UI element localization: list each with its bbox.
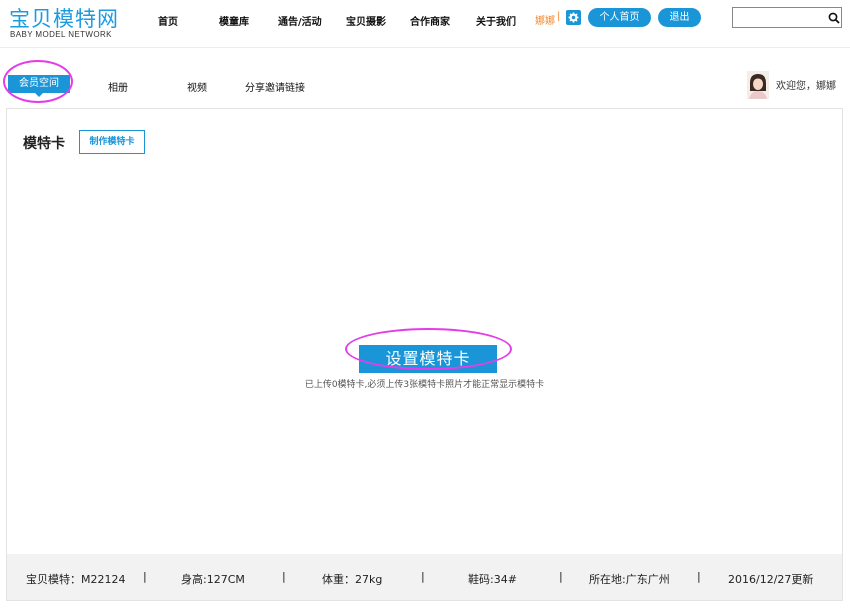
info-model-id: 宝贝模特：M22124 <box>26 573 126 586</box>
model-info-bar: 宝贝模特：M22124 | 身高:127CM | 体重：27kg | 鞋码:34… <box>7 554 842 600</box>
user-separator: | <box>557 11 561 22</box>
search-box <box>732 7 842 28</box>
annotation-circle-setup-button <box>345 328 512 370</box>
upload-status-text: 已上传0模特卡,必须上传3张模特卡照片才能正常显示模特卡 <box>304 380 545 390</box>
site-logo-subtitle: BABY MODEL NETWORK <box>10 30 112 39</box>
site-logo[interactable]: 宝贝模特网 <box>9 3 119 33</box>
info-separator: | <box>143 570 147 583</box>
tab-video[interactable]: 视频 <box>187 79 207 94</box>
tab-album[interactable]: 相册 <box>108 79 128 94</box>
logout-button[interactable]: 退出 <box>658 8 701 27</box>
page-title: 模特卡 <box>23 136 65 152</box>
avatar-image <box>747 71 769 99</box>
info-separator: | <box>559 570 563 583</box>
user-name-link[interactable]: 娜娜 <box>535 12 555 27</box>
tab-share-invite-link[interactable]: 分享邀请链接 <box>245 79 305 94</box>
info-height: 身高:127CM <box>181 573 245 586</box>
member-tab-bar: 会员空间 相册 视频 分享邀请链接 <box>0 48 850 108</box>
personal-home-button[interactable]: 个人首页 <box>588 8 651 27</box>
nav-home[interactable]: 首页 <box>158 13 178 28</box>
search-icon[interactable] <box>828 12 840 24</box>
info-separator: | <box>421 570 425 583</box>
settings-button[interactable] <box>566 10 581 25</box>
annotation-circle-tab <box>3 60 73 103</box>
nav-about-us[interactable]: 关于我们 <box>476 13 516 28</box>
info-weight: 体重：27kg <box>322 573 383 586</box>
search-input[interactable] <box>735 10 823 25</box>
info-separator: | <box>282 570 286 583</box>
avatar[interactable] <box>747 71 769 99</box>
gear-icon <box>568 12 579 23</box>
nav-model-library[interactable]: 模童库 <box>219 13 249 28</box>
nav-partners[interactable]: 合作商家 <box>410 13 450 28</box>
make-model-card-button[interactable]: 制作模特卡 <box>79 130 145 154</box>
info-shoe-size: 鞋码:34# <box>468 573 517 586</box>
info-updated-date: 2016/12/27更新 <box>728 573 814 586</box>
nav-baby-photography[interactable]: 宝贝摄影 <box>346 13 386 28</box>
nav-announcements[interactable]: 通告/活动 <box>278 13 322 28</box>
info-separator: | <box>697 570 701 583</box>
top-header: 宝贝模特网 BABY MODEL NETWORK 首页 模童库 通告/活动 宝贝… <box>0 0 850 48</box>
welcome-text: 欢迎您，娜娜 <box>776 81 836 92</box>
info-location: 所在地:广东广州 <box>589 573 670 586</box>
